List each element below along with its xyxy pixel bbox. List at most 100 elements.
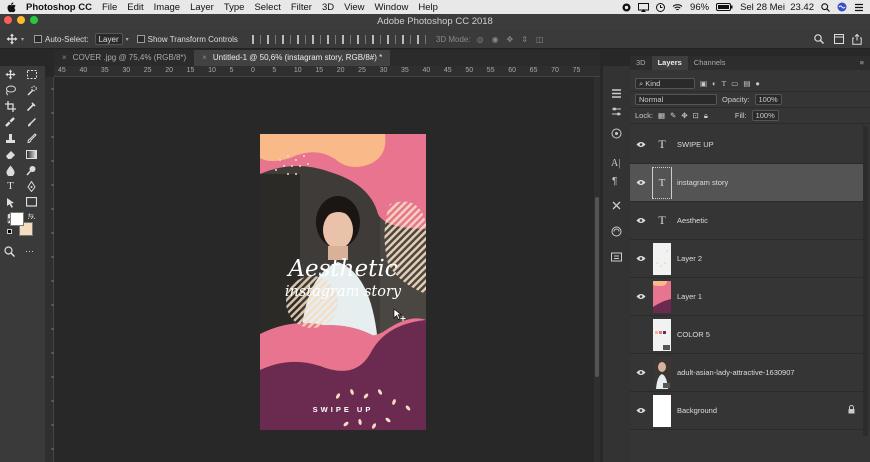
align-right-icon[interactable]	[281, 34, 291, 44]
eyedropper-tool-icon[interactable]	[25, 100, 38, 112]
share-icon[interactable]	[852, 34, 862, 45]
tab-untitled-1[interactable]: × Untitled-1 @ 50,6% (instagram story, RG…	[194, 50, 391, 66]
layer-row-layer-1[interactable]: Layer 1	[630, 278, 863, 316]
layers-scrollbar[interactable]	[863, 126, 868, 436]
visibility-eye-icon[interactable]	[630, 217, 652, 224]
distribute-bottom-icon[interactable]	[371, 34, 381, 44]
type-tool-icon[interactable]: T	[4, 180, 17, 192]
menu-help[interactable]: Help	[413, 2, 443, 13]
close-tab-icon[interactable]: ×	[62, 50, 67, 66]
history-brush-tool-icon[interactable]	[25, 132, 38, 144]
visibility-eye-icon[interactable]	[630, 293, 652, 300]
clone-stamp-tool-icon[interactable]	[4, 132, 17, 144]
lock-transparent-icon[interactable]: ▦	[658, 111, 665, 120]
visibility-eye-icon[interactable]	[630, 255, 652, 262]
search-icon[interactable]	[814, 34, 824, 44]
more-tools-ellipsis-icon[interactable]: ···	[25, 246, 34, 256]
menu-3d[interactable]: 3D	[317, 2, 339, 13]
align-left-icon[interactable]	[251, 34, 261, 44]
foreground-color-swatch[interactable]	[10, 212, 24, 226]
orbit-3d-icon[interactable]: ◎	[477, 35, 484, 44]
layer-row-photo[interactable]: adult-asian-lady-attractive-1630907	[630, 354, 863, 392]
quick-selection-tool-icon[interactable]	[25, 84, 38, 96]
character-panel-icon[interactable]: A|	[611, 158, 620, 169]
transform-controls-option[interactable]: Show Transform Controls	[136, 35, 238, 44]
minimize-window-button[interactable]	[17, 16, 25, 24]
menu-select[interactable]: Select	[249, 2, 285, 13]
move-tool-preset[interactable]: ▾	[6, 33, 24, 45]
filter-pixel-icon[interactable]: ▣	[700, 79, 707, 88]
dodge-tool-icon[interactable]	[25, 164, 38, 176]
align-middle-icon[interactable]	[311, 34, 321, 44]
crop-tool-icon[interactable]	[4, 100, 17, 112]
siri-icon[interactable]	[837, 2, 847, 12]
default-colors-icon[interactable]	[7, 229, 12, 234]
visibility-eye-icon[interactable]	[630, 407, 652, 414]
rectangle-tool-icon[interactable]	[25, 196, 38, 208]
notification-center-icon[interactable]	[854, 3, 864, 12]
menu-layer[interactable]: Layer	[185, 2, 219, 13]
gradient-tool-icon[interactable]	[25, 148, 38, 160]
scale-3d-icon[interactable]: ◫	[536, 35, 544, 44]
layer-row-instagram-story[interactable]: T instagram story	[630, 164, 863, 202]
menu-file[interactable]: File	[97, 2, 122, 13]
pen-tool-icon[interactable]	[25, 180, 38, 192]
opacity-field[interactable]: 100%	[754, 94, 782, 105]
wifi-icon[interactable]	[672, 3, 683, 12]
distribute-center-icon[interactable]	[401, 34, 411, 44]
distribute-right-icon[interactable]	[416, 34, 426, 44]
filter-adjustment-icon[interactable]: ◐	[712, 79, 717, 88]
eraser-tool-icon[interactable]	[4, 148, 17, 160]
menu-filter[interactable]: Filter	[286, 2, 317, 13]
layer-row-layer-2[interactable]: Layer 2	[630, 240, 863, 278]
visibility-eye-icon[interactable]	[630, 179, 652, 186]
instagram-story-text[interactable]: instagram story	[285, 284, 402, 300]
marquee-tool-icon[interactable]	[25, 68, 38, 80]
swap-colors-icon[interactable]: ⇆	[28, 212, 34, 220]
menu-app-name[interactable]: Photoshop CC	[22, 2, 97, 13]
adjustments-panel-icon[interactable]	[611, 106, 622, 117]
align-bottom-icon[interactable]	[326, 34, 336, 44]
filter-shape-icon[interactable]: ▭	[731, 79, 738, 88]
layer-name[interactable]: Aesthetic	[677, 216, 708, 225]
menu-type[interactable]: Type	[219, 2, 250, 13]
layer-row-color-5[interactable]: COLOR 5	[630, 316, 863, 354]
move-tool-icon[interactable]	[4, 68, 17, 80]
close-window-button[interactable]	[4, 16, 12, 24]
canvas-vertical-scrollbar[interactable]	[594, 77, 600, 462]
spotlight-icon[interactable]	[821, 2, 830, 12]
apple-icon[interactable]	[0, 0, 22, 14]
record-icon[interactable]	[622, 3, 631, 12]
tab-layers[interactable]: Layers	[651, 56, 688, 70]
distribute-middle-icon[interactable]	[356, 34, 366, 44]
layer-name[interactable]: adult-asian-lady-attractive-1630907	[677, 368, 795, 377]
menubar-datetime[interactable]: Sel 28 Mei 23.42	[740, 2, 814, 13]
auto-select-checkbox[interactable]	[34, 35, 43, 43]
align-center-icon[interactable]	[266, 34, 276, 44]
paragraph-panel-icon[interactable]: ¶	[612, 176, 617, 187]
screen-mirror-icon[interactable]	[638, 2, 650, 12]
healing-brush-tool-icon[interactable]	[4, 116, 17, 128]
tab-cover-jpg[interactable]: × COVER .jpg @ 75,4% (RGB/8*)	[54, 50, 194, 66]
layer-name[interactable]: instagram story	[677, 178, 728, 187]
clock-icon[interactable]	[656, 2, 666, 12]
path-selection-tool-icon[interactable]	[4, 196, 17, 208]
libraries-panel-icon[interactable]	[611, 252, 622, 263]
menu-view[interactable]: View	[339, 2, 369, 13]
aesthetic-text[interactable]: Aesthetic	[286, 256, 397, 282]
visibility-eye-icon[interactable]	[630, 141, 652, 148]
layer-name[interactable]: SWIPE UP	[677, 140, 714, 149]
filter-kind-dropdown[interactable]: ⌕ Kind	[635, 78, 695, 89]
lock-position-icon[interactable]: ✥	[681, 111, 687, 120]
layer-name[interactable]: Layer 1	[677, 292, 702, 301]
lasso-tool-icon[interactable]	[4, 84, 17, 96]
close-tab-icon[interactable]: ×	[202, 50, 207, 66]
lock-pixels-icon[interactable]: ✎	[670, 111, 676, 120]
layer-name[interactable]: COLOR 5	[677, 330, 710, 339]
slide-3d-icon[interactable]: ⇕	[521, 35, 528, 44]
roll-3d-icon[interactable]: ◉	[492, 35, 499, 44]
filter-smart-object-icon[interactable]: ▤	[743, 79, 750, 88]
fill-field[interactable]: 100%	[751, 110, 779, 121]
auto-select-dropdown[interactable]: Layer	[94, 33, 123, 45]
drag-3d-icon[interactable]: ✥	[507, 35, 514, 44]
